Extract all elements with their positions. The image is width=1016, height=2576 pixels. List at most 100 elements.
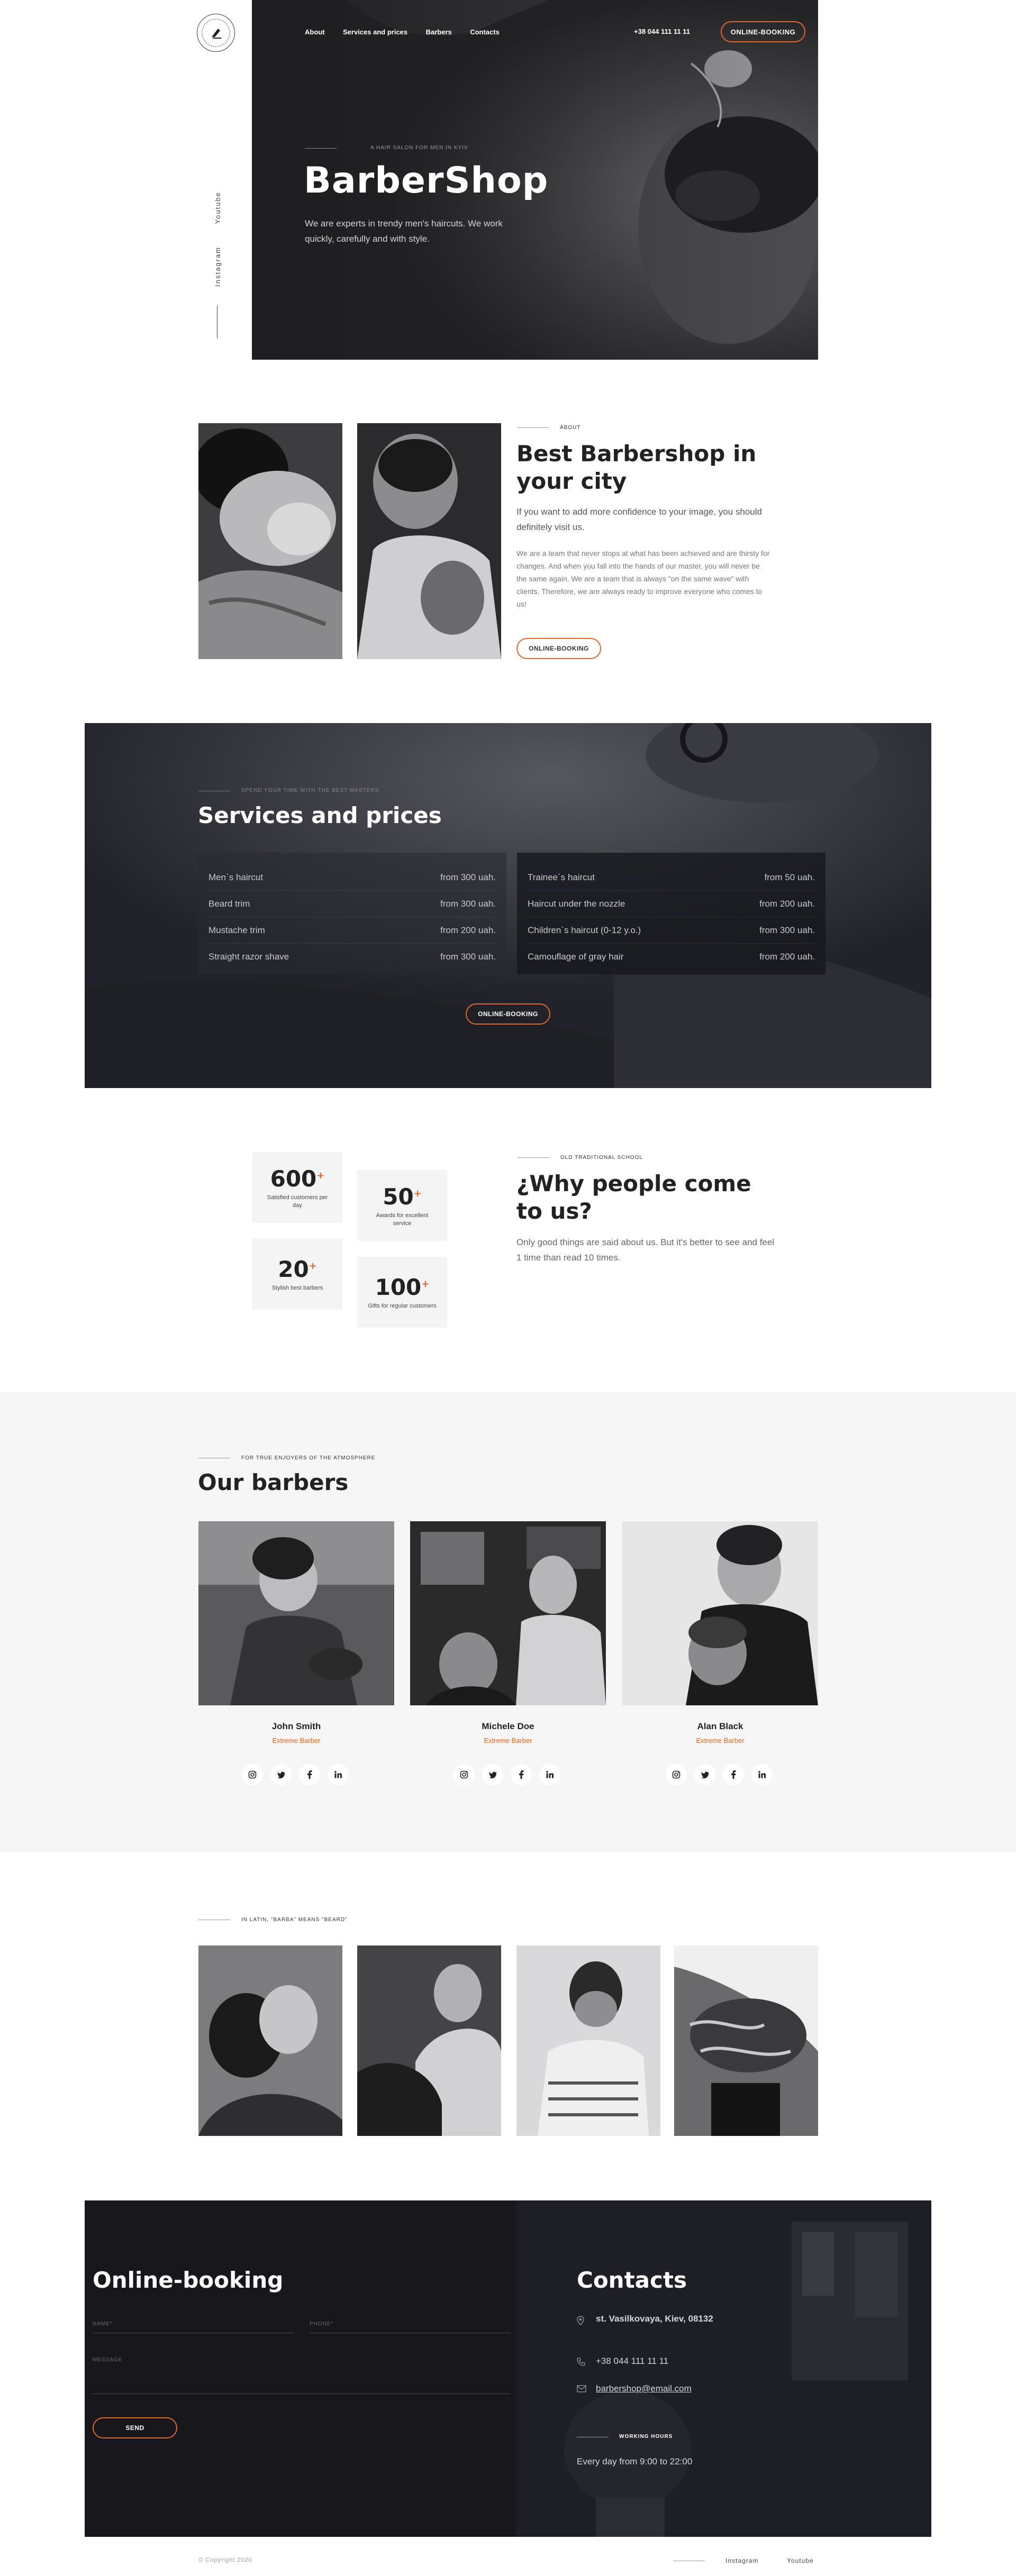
services-section: SPEND YOUR TIME WITH THE BEST MASTERS Se… [85, 723, 931, 1088]
services-title: Services and prices [198, 802, 442, 828]
facebook-icon[interactable] [723, 1764, 744, 1785]
twitter-icon[interactable] [694, 1764, 715, 1785]
facebook-icon[interactable] [511, 1764, 532, 1785]
barber-socials [453, 1764, 560, 1785]
stat-label: Gifts for regular customers [368, 1303, 437, 1309]
service-name: Children`s haircut (0-12 y.o.) [528, 925, 641, 935]
gallery-photo-3[interactable] [516, 1945, 660, 2136]
contacts-background-photo [516, 2200, 931, 2537]
about-eyebrow: ABOUT [560, 425, 581, 431]
stat-label: Stylish best barbers [271, 1285, 323, 1291]
barber-photo-alan [622, 1521, 818, 1705]
stat-number: 20+ [278, 1256, 317, 1282]
service-price: from 300 uah. [440, 898, 496, 909]
contacts-section: Contacts st. Vasilkovaya, Kiev, 08132 +3… [516, 2200, 931, 2537]
service-row: Camouflage of gray hair from 200 uah. [528, 944, 815, 970]
barbers-eyebrow: FOR TRUE ENJOYERS OF THE ATMOSPHERE [241, 1455, 376, 1461]
nav-barbers[interactable]: Barbers [426, 28, 452, 36]
stat-card-awards: 50+ Awards for excellent service [357, 1170, 447, 1241]
services-eyebrow: SPEND YOUR TIME WITH THE BEST MASTERS [241, 788, 379, 793]
hero-eyebrow: A HAIR SALON FOR MEN IN KYIV [370, 145, 468, 151]
hero-eyebrow-line [305, 148, 337, 149]
about-title: Best Barbershop in your city [516, 441, 757, 494]
service-name: Mustache trim [208, 925, 265, 935]
barber-role: Extreme Barber [484, 1737, 532, 1744]
services-booking-button[interactable]: ONLINE-BOOKING [466, 1003, 550, 1025]
barber-name: John Smith [271, 1721, 321, 1731]
hero-title: BarberShop [304, 160, 549, 202]
why-title: ¿Why people come to us? [516, 1171, 751, 1224]
barber-photo-john [198, 1521, 394, 1705]
contacts-title: Contacts [577, 2267, 687, 2293]
footer-link-youtube[interactable]: Youtube [787, 2557, 814, 2564]
instagram-icon[interactable] [242, 1764, 263, 1785]
about-lead: If you want to add more confidence to yo… [516, 507, 762, 532]
barber-name: Michele Doe [482, 1721, 534, 1731]
gallery-photo-2[interactable] [357, 1945, 501, 2136]
service-name: Beard trim [208, 898, 250, 909]
mail-icon [577, 2385, 586, 2395]
linkedin-icon[interactable] [539, 1764, 560, 1785]
stat-label: Satisfied customers per day [267, 1194, 328, 1209]
service-name: Trainee`s haircut [528, 872, 595, 882]
service-row: Children`s haircut (0-12 y.o.) from 300 u… [528, 917, 815, 944]
barber-socials [666, 1764, 773, 1785]
working-hours: Every day from 9:00 to 22:00 [577, 2456, 693, 2467]
stat-card-customers: 600+ Satisfied customers per day [252, 1152, 342, 1223]
instagram-icon[interactable] [666, 1764, 687, 1785]
service-row: Haircut under the nozzle from 200 uah. [528, 891, 815, 917]
twitter-icon[interactable] [270, 1764, 292, 1785]
contact-phone[interactable]: +38 044 111 11 11 [596, 2354, 668, 2368]
service-price: from 300 uah. [440, 952, 496, 962]
linkedin-icon[interactable] [328, 1764, 349, 1785]
why-eyebrow-line [518, 1157, 549, 1158]
copyright: © Copyright 2020 [198, 2557, 252, 2563]
gallery-photo-1[interactable] [198, 1945, 342, 2136]
hero-section: About Services and prices Barbers Contac… [252, 0, 818, 360]
header-phone[interactable]: +38 044 111 11 11 [634, 28, 690, 35]
barber-photo-michele [410, 1521, 606, 1705]
linkedin-icon[interactable] [751, 1764, 773, 1785]
service-price: from 50 uah. [764, 872, 815, 882]
gallery-photo-4[interactable] [674, 1945, 818, 2136]
booking-section: Online-booking NAME* PHONE* MESSAGE SEND [85, 2200, 516, 2537]
service-row: Mustache trim from 200 uah. [208, 917, 496, 944]
about-body: We are a team that never stops at what h… [516, 549, 770, 608]
service-row: Straight razor shave from 300 uah. [208, 944, 496, 970]
barber-name: Alan Black [697, 1721, 743, 1731]
twitter-icon[interactable] [482, 1764, 503, 1785]
stat-card-barbers: 20+ Stylish best barbers [252, 1239, 342, 1310]
stat-label: Awards for excellent service [376, 1212, 429, 1227]
service-price: from 200 uah. [759, 952, 815, 962]
nav-services[interactable]: Services and prices [343, 28, 407, 36]
about-photo-2 [357, 423, 501, 659]
facebook-icon[interactable] [299, 1764, 320, 1785]
side-link-youtube[interactable]: Youtube [214, 191, 222, 224]
hero-subtitle: We are experts in trendy men's haircuts.… [305, 218, 503, 244]
service-price: from 200 uah. [759, 898, 815, 909]
send-button[interactable]: SEND [93, 2417, 177, 2438]
about-eyebrow-line [517, 427, 549, 428]
logo[interactable] [197, 14, 235, 52]
message-field-label: MESSAGE [93, 2357, 123, 2363]
contact-email[interactable]: barbershop@email.com [596, 2381, 692, 2396]
side-link-instagram[interactable]: Instagram [214, 246, 222, 287]
nav-contacts[interactable]: Contacts [470, 28, 500, 36]
barber-socials [242, 1764, 349, 1785]
header-booking-button[interactable]: ONLINE-BOOKING [721, 21, 805, 42]
hours-label: WORKING HOURS [619, 2434, 673, 2440]
service-row: Men`s haircut from 300 uah. [208, 864, 496, 891]
nav-about[interactable]: About [305, 28, 325, 36]
why-eyebrow: OLD TRADITIONAL SCHOOL [560, 1155, 643, 1161]
services-list-right: Trainee`s haircut from 50 uah. Haircut un… [517, 853, 826, 974]
location-icon [577, 2316, 587, 2328]
service-name: Haircut under the nozzle [528, 898, 625, 909]
why-text: Only good things are said about us. But … [516, 1237, 775, 1263]
about-booking-button[interactable]: ONLINE-BOOKING [516, 638, 601, 659]
instagram-icon[interactable] [453, 1764, 475, 1785]
booking-title: Online-booking [93, 2267, 284, 2293]
stat-number: 50+ [383, 1183, 422, 1210]
logo-emblem-icon [202, 19, 230, 47]
stat-card-gifts: 100+ Gifts for regular customers [357, 1257, 447, 1328]
footer-link-instagram[interactable]: Instagram [725, 2557, 758, 2564]
